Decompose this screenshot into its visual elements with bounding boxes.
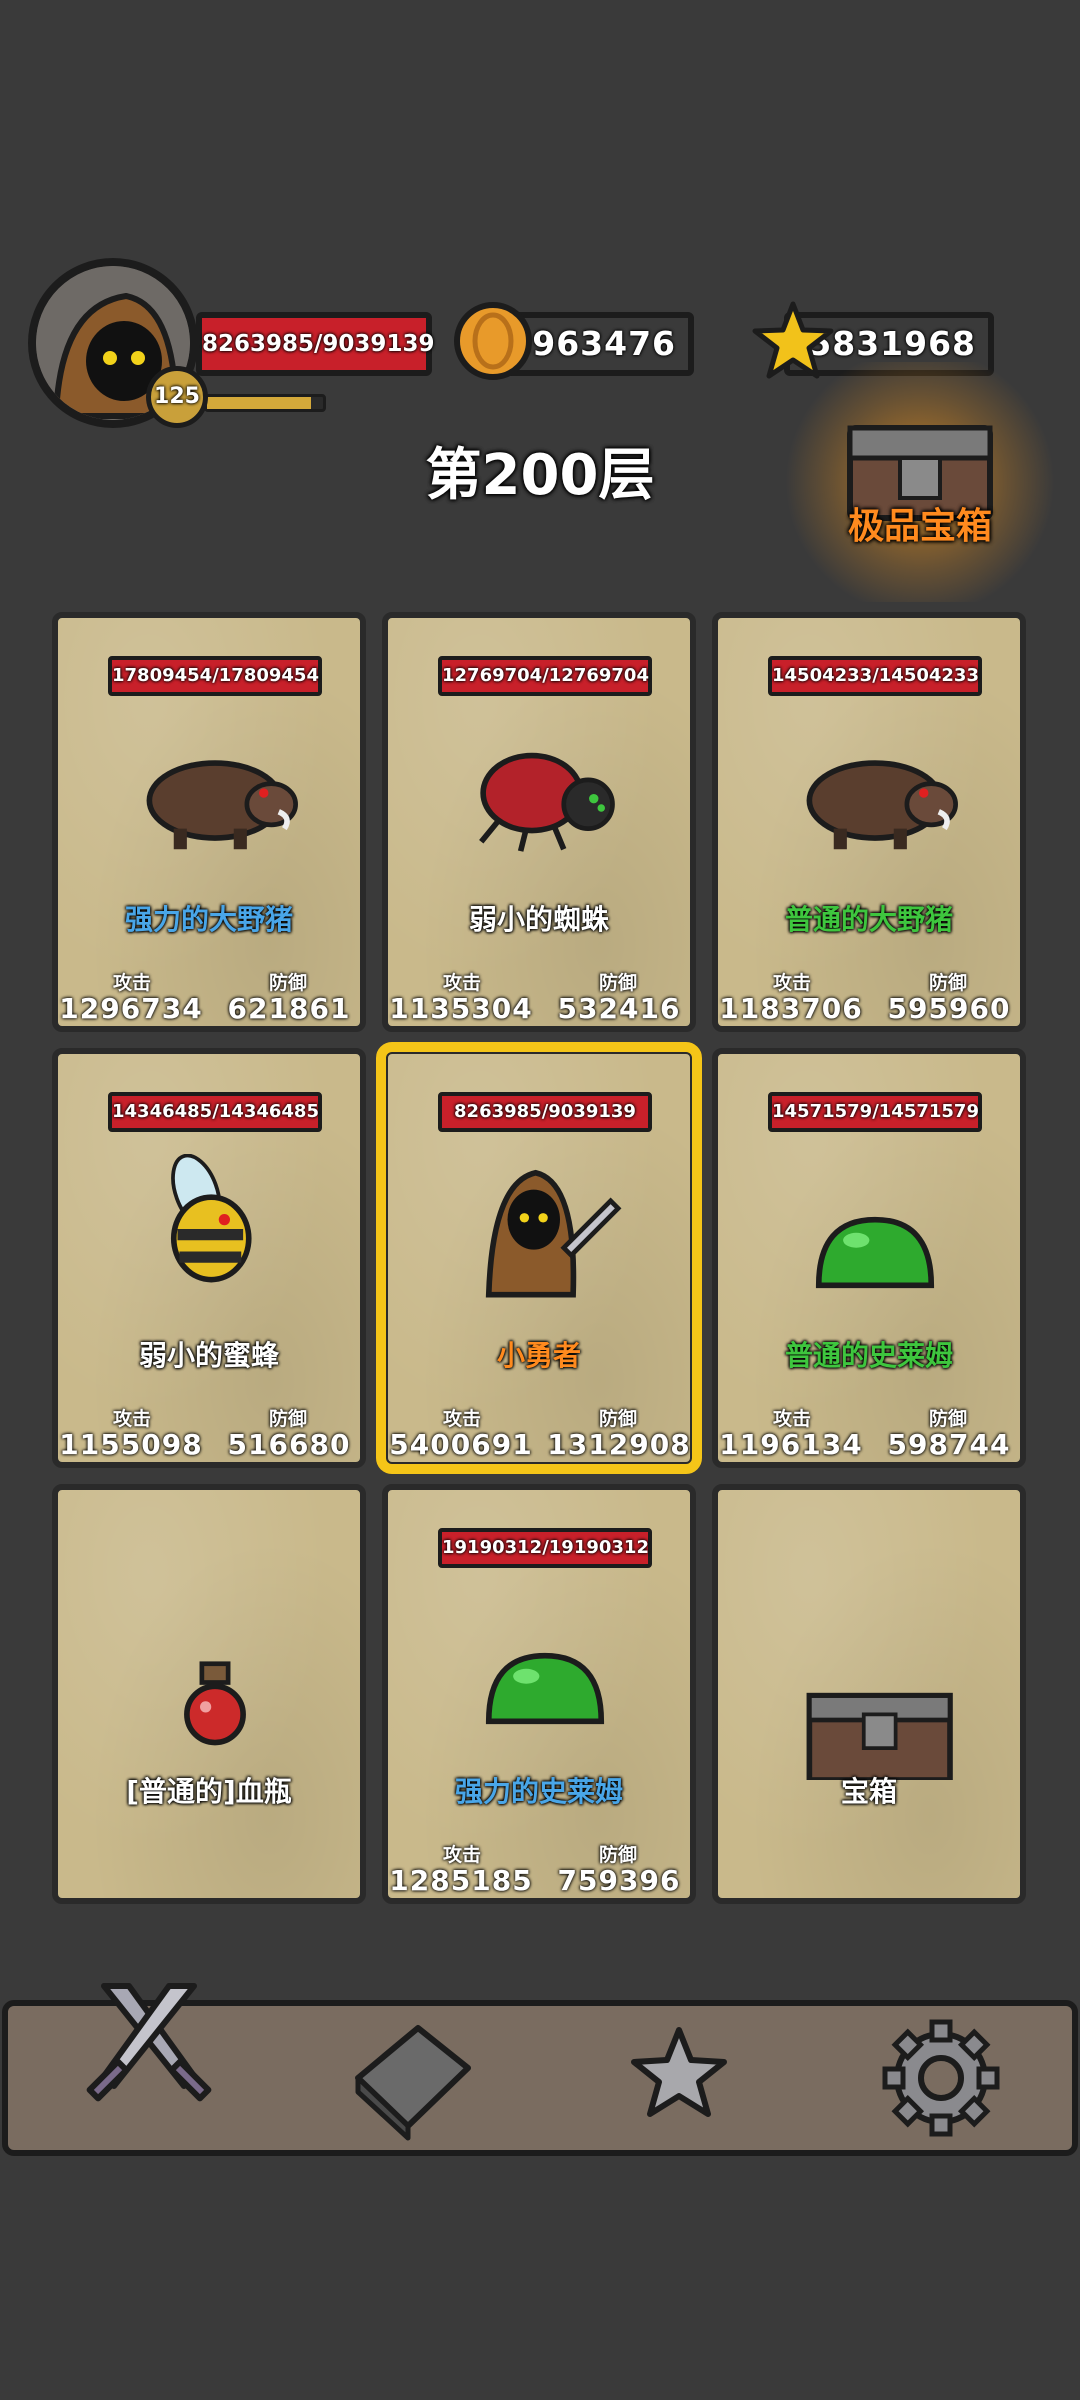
defense-label: 防御	[598, 1408, 637, 1430]
grid-card[interactable]: [普通的]血瓶	[52, 1484, 366, 1904]
nav-settings-button[interactable]	[866, 2008, 1016, 2158]
grid-card[interactable]: 19190312/19190312 强力的史莱姆攻击 防御 1285185 759396	[382, 1484, 696, 1904]
bee-icon	[170, 1154, 252, 1283]
card-hp-bar: 8263985/9039139	[438, 1092, 652, 1132]
defense-value: 516680	[227, 1428, 351, 1461]
nav-book-button[interactable]	[338, 2008, 488, 2158]
attack-value: 1196134	[719, 1428, 863, 1461]
premium-chest-label: 极品宝箱	[847, 506, 992, 547]
card-name: 宝箱	[840, 1775, 897, 1808]
slime-icon	[815, 1216, 935, 1289]
slime-icon	[485, 1652, 605, 1725]
grid-card[interactable]: 17809454/17809454 强力的大野猪攻击 防御 1296734 621861	[52, 612, 366, 1032]
defense-value: 532416	[557, 992, 681, 1025]
attack-value: 5400691	[389, 1428, 533, 1461]
defense-label: 防御	[928, 1408, 967, 1430]
card-hp-bar: 19190312/19190312	[438, 1528, 652, 1568]
player-xp-bar	[204, 394, 326, 412]
card-name: 普通的史莱姆	[784, 1339, 953, 1372]
card-name: 小勇者	[496, 1339, 581, 1372]
star-icon	[631, 2027, 727, 2117]
card-hp-bar: 14346485/14346485	[108, 1092, 322, 1132]
grid-card[interactable]: 8263985/9039139 小勇者攻击 防御 5400691 1312908	[376, 1042, 702, 1474]
book-icon	[355, 2025, 471, 2141]
defense-value: 598744	[887, 1428, 1011, 1461]
defense-value: 621861	[227, 992, 351, 1025]
defense-label: 防御	[928, 972, 967, 994]
grid-card[interactable]: 12769704/12769704 弱小的蜘蛛攻击 防御 1135304 532416	[382, 612, 696, 1032]
attack-label: 攻击	[442, 972, 481, 994]
defense-label: 防御	[268, 1408, 307, 1430]
card-hp-bar: 17809454/17809454	[108, 656, 322, 696]
spider-icon	[479, 752, 615, 852]
card-hp-bar: 12769704/12769704	[438, 656, 652, 696]
hero-icon	[485, 1169, 622, 1298]
coin-icon	[454, 302, 532, 380]
player-level-badge: 125	[146, 366, 208, 428]
card-name: 强力的史莱姆	[454, 1775, 623, 1808]
attack-label: 攻击	[772, 1408, 811, 1430]
boar-icon	[806, 760, 958, 850]
grid-card[interactable]: 14346485/14346485 弱小的蜜蜂攻击 防御 1155098 516680	[52, 1048, 366, 1468]
premium-chest-button[interactable]	[770, 362, 1070, 602]
attack-label: 攻击	[112, 972, 151, 994]
attack-label: 攻击	[442, 1844, 481, 1866]
gear-icon	[882, 2019, 1000, 2137]
defense-label: 防御	[268, 972, 307, 994]
grid-card[interactable]: 14571579/14571579 普通的史莱姆攻击 防御 1196134 598744	[712, 1048, 1026, 1468]
card-name: 普通的大野猪	[784, 903, 953, 936]
defense-label: 防御	[598, 1844, 637, 1866]
card-hp-bar: 14504233/14504233	[768, 656, 982, 696]
attack-value: 1285185	[389, 1864, 533, 1897]
treasure-chest-icon	[847, 425, 993, 521]
treasure-chest-icon	[806, 1692, 953, 1780]
attack-label: 攻击	[442, 1408, 481, 1430]
boar-icon	[146, 760, 298, 850]
defense-value: 595960	[887, 992, 1011, 1025]
attack-value: 1135304	[389, 992, 533, 1025]
potion-icon	[184, 1661, 246, 1746]
attack-value: 1155098	[59, 1428, 203, 1461]
defense-value: 759396	[557, 1864, 681, 1897]
attack-label: 攻击	[772, 972, 811, 994]
card-name: 强力的大野猪	[124, 903, 293, 936]
defense-label: 防御	[598, 972, 637, 994]
attack-label: 攻击	[112, 1408, 151, 1430]
grid-card[interactable]: 宝箱	[712, 1484, 1026, 1904]
player-hp-bar: 8263985/9039139	[196, 312, 434, 376]
bottom-nav	[2, 1983, 1078, 2158]
card-name: 弱小的蜜蜂	[138, 1339, 279, 1372]
card-name: 弱小的蜘蛛	[468, 903, 609, 936]
defense-value: 1312908	[547, 1428, 691, 1461]
card-name: [普通的]血瓶	[126, 1775, 292, 1808]
nav-battle-button[interactable]	[74, 1966, 224, 2116]
attack-value: 1296734	[59, 992, 203, 1025]
attack-value: 1183706	[719, 992, 863, 1025]
card-hp-bar: 14571579/14571579	[768, 1092, 982, 1132]
crossed-swords-icon	[86, 1983, 212, 2102]
grid-card[interactable]: 14504233/14504233 普通的大野猪攻击 防御 1183706 595960	[712, 612, 1026, 1032]
nav-star-button[interactable]	[604, 2008, 754, 2158]
